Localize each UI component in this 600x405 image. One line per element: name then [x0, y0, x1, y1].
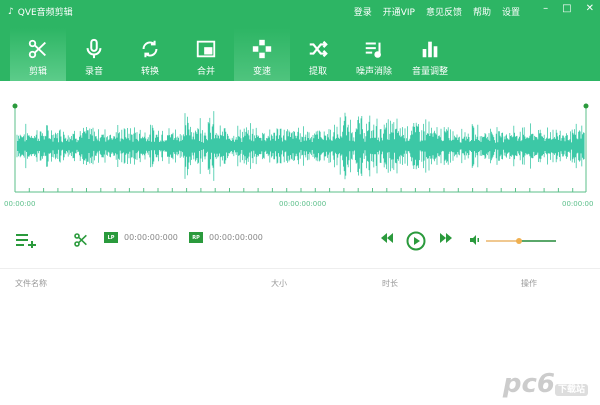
- time-middle: 00:00:00:000: [279, 200, 327, 208]
- maximize-button[interactable]: □: [562, 3, 571, 14]
- waveform-signal: [16, 111, 585, 181]
- shuffle-icon: [309, 40, 328, 58]
- refresh-icon: [142, 40, 158, 58]
- menu-help[interactable]: 帮助: [473, 5, 491, 18]
- microphone-icon: [86, 38, 102, 59]
- col-filename[interactable]: 文件名称: [15, 278, 47, 289]
- time-start: 00:00:00: [4, 200, 36, 208]
- tab-extract[interactable]: 提取: [290, 28, 346, 81]
- volume-icon-wrap[interactable]: [470, 235, 480, 245]
- tab-denoise[interactable]: 噪声消除: [346, 28, 402, 81]
- volume-icon: [470, 235, 479, 245]
- speed-icon: [252, 39, 272, 59]
- table-divider: [0, 268, 600, 269]
- tab-record[interactable]: 录音: [66, 28, 122, 81]
- fast-forward-icon: [440, 233, 452, 243]
- play-icon: [406, 231, 426, 251]
- menu-feedback[interactable]: 意见反馈: [426, 5, 462, 18]
- rp-time: 00:00:00:000: [209, 233, 263, 242]
- playlist-add-icon: [16, 234, 36, 248]
- add-to-list-button[interactable]: [15, 232, 37, 248]
- volume-bars-icon: [422, 41, 438, 58]
- rp-marker[interactable]: RP 00:00:00:000: [189, 232, 263, 243]
- watermark-logo: pc6 下载站: [503, 369, 588, 399]
- lp-marker[interactable]: LP 00:00:00:000: [104, 232, 178, 243]
- close-button[interactable]: ✕: [586, 3, 594, 14]
- noise-icon: [365, 42, 381, 58]
- forward-button[interactable]: [439, 233, 453, 243]
- waveform[interactable]: [0, 100, 600, 196]
- tab-volume[interactable]: 音量调整: [402, 28, 458, 81]
- cut-button[interactable]: [73, 232, 89, 248]
- lp-badge[interactable]: LP: [104, 232, 118, 243]
- menu-login[interactable]: 登录: [354, 5, 372, 18]
- top-bar: ♪ QVE音频剪辑 登录 开通VIP 意见反馈 帮助 设置 – □ ✕ 剪辑 录…: [0, 0, 600, 81]
- rp-badge[interactable]: RP: [189, 232, 203, 243]
- menu-settings[interactable]: 设置: [502, 5, 520, 18]
- col-actions[interactable]: 操作: [521, 278, 537, 289]
- music-note-icon: ♪: [8, 6, 14, 17]
- volume-fill: [486, 240, 519, 242]
- top-menu: 登录 开通VIP 意见反馈 帮助 设置: [354, 5, 520, 18]
- scissors-icon: [28, 39, 46, 59]
- tab-cut[interactable]: 剪辑: [10, 28, 66, 81]
- col-size[interactable]: 大小: [271, 278, 287, 289]
- scissors-icon: [74, 233, 87, 247]
- rewind-icon: [381, 233, 393, 243]
- menu-vip[interactable]: 开通VIP: [383, 5, 415, 18]
- col-duration[interactable]: 时长: [382, 278, 398, 289]
- right-marker-handle: [583, 103, 589, 109]
- volume-knob[interactable]: [515, 238, 522, 244]
- tab-speed[interactable]: 变速: [234, 28, 290, 81]
- minimize-button[interactable]: –: [543, 3, 548, 14]
- lp-time: 00:00:00:000: [124, 233, 178, 242]
- time-end: 00:00:00: [562, 200, 594, 208]
- tab-merge[interactable]: 合并: [178, 28, 234, 81]
- tab-convert[interactable]: 转换: [122, 28, 178, 81]
- play-button[interactable]: [406, 231, 426, 251]
- volume-slider[interactable]: [486, 238, 556, 244]
- left-marker-handle: [12, 103, 18, 109]
- rewind-button[interactable]: [380, 233, 394, 243]
- app-title: ♪ QVE音频剪辑: [8, 6, 73, 19]
- merge-icon: [196, 40, 216, 58]
